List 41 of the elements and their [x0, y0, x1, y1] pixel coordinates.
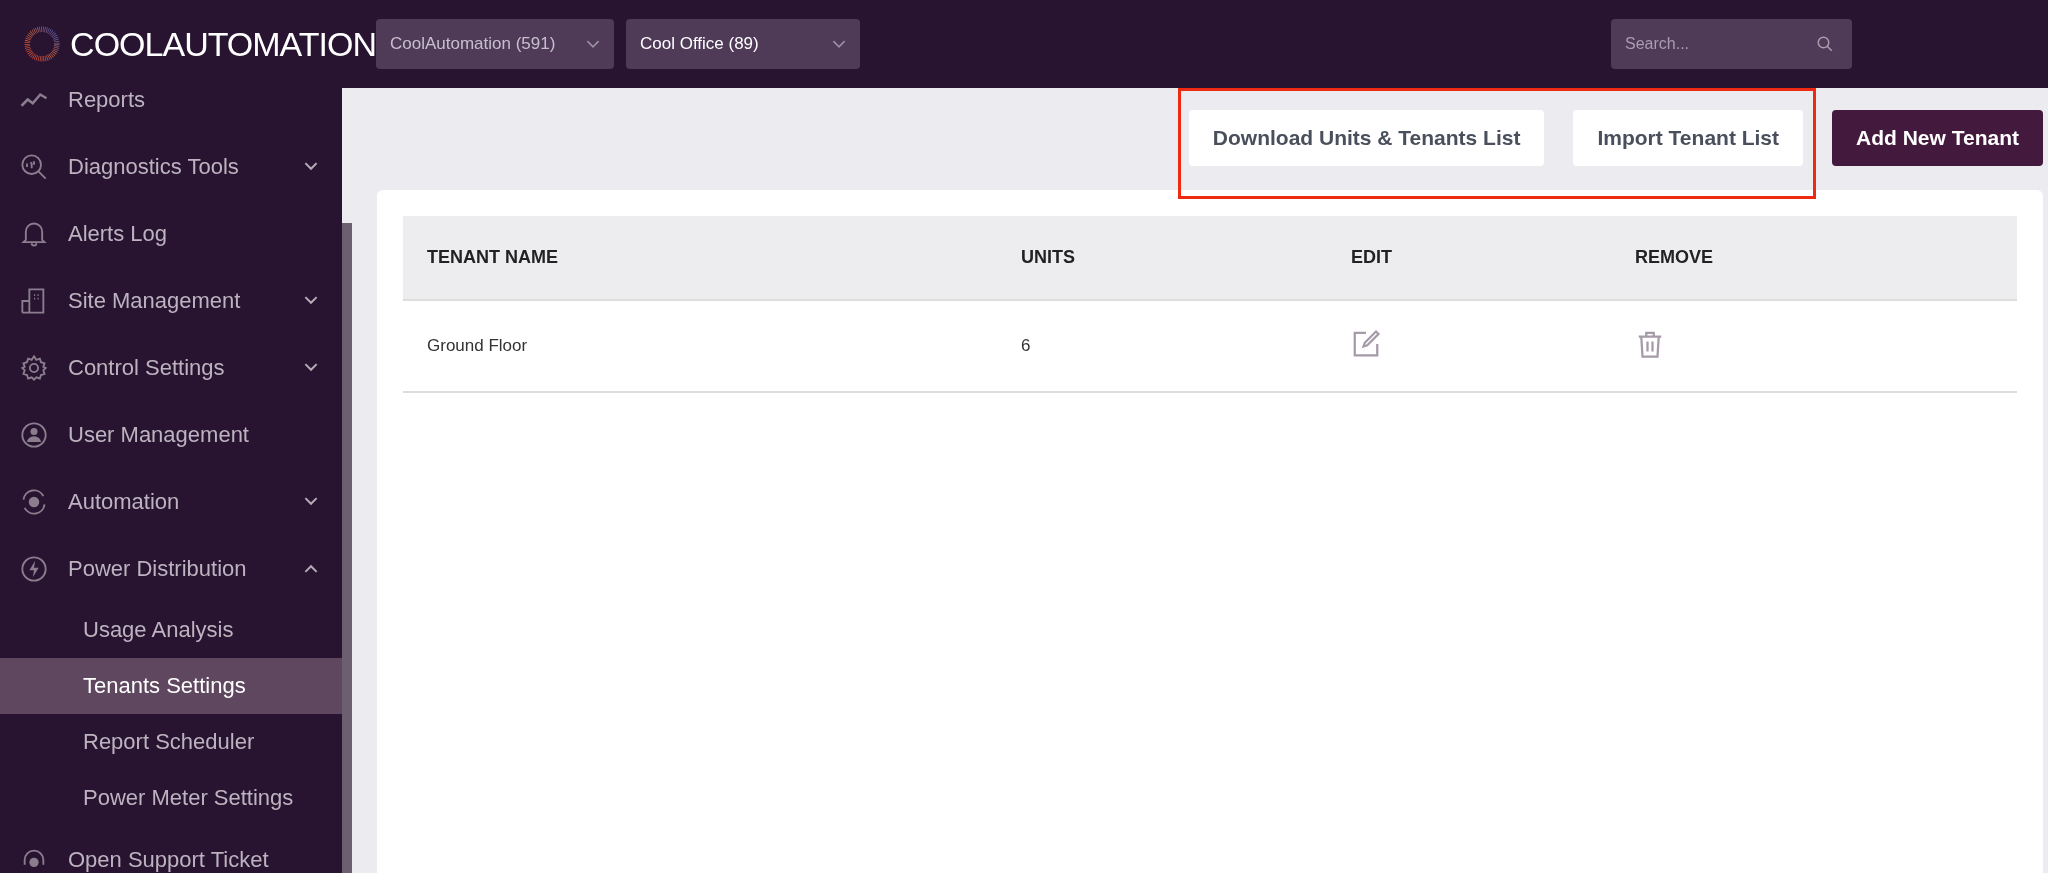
scrollbar-thumb[interactable] [342, 223, 352, 873]
magnifier-icon [20, 152, 48, 181]
sidebar-subitem[interactable]: Usage Analysis [0, 602, 342, 658]
chevron-icon [304, 497, 318, 506]
column-header: TENANT NAME [403, 216, 1020, 300]
logo-wordmark: COOLAUTOMATION [70, 24, 376, 64]
sidebar-item[interactable]: User Management [0, 401, 342, 468]
chevron-icon [304, 296, 318, 305]
chevron-icon [304, 564, 318, 573]
user-icon [20, 420, 48, 449]
table-cell: 6 [1020, 300, 1350, 392]
sidebar-item[interactable]: Control Settings [0, 334, 342, 401]
sidebar-item[interactable]: Diagnostics Tools [0, 133, 342, 200]
sidebar-item[interactable]: Power Distribution [0, 535, 342, 602]
sidebar-item[interactable]: Open Support Ticket [0, 826, 342, 873]
sidebar-subitem[interactable]: Power Meter Settings [0, 770, 342, 826]
sidebar-subitem[interactable]: Report Scheduler [0, 714, 342, 770]
lightning-icon [20, 554, 48, 583]
add-button[interactable]: Add New Tenant [1832, 110, 2043, 166]
chevron-icon [304, 363, 318, 372]
search-field[interactable]: Search... [1611, 19, 1852, 69]
table-cell: Ground Floor [403, 300, 1020, 392]
chevron-icon [586, 39, 600, 49]
column-header: UNITS [1020, 216, 1350, 300]
chevron-icon [832, 39, 846, 49]
column-header: REMOVE [1634, 216, 2017, 300]
sidebar-item[interactable]: Site Management [0, 267, 342, 334]
gear-icon [20, 353, 48, 382]
column-header: EDIT [1350, 216, 1634, 300]
edit-icon[interactable] [1351, 328, 1381, 359]
sidebar-item[interactable]: Automation [0, 468, 342, 535]
action-button[interactable]: Import Tenant List [1573, 110, 1804, 166]
site-dropdown[interactable]: Cool Office (89) [626, 19, 860, 69]
sidebar-item[interactable]: Reports [0, 88, 342, 133]
line-chart-icon [20, 92, 48, 107]
action-button[interactable]: Download Units & Tenants List [1188, 110, 1545, 166]
chevron-icon [304, 162, 318, 171]
customer-dropdown[interactable]: CoolAutomation (591) [376, 19, 614, 69]
sidebar-item[interactable]: Alerts Log [0, 200, 342, 267]
sidebar-subitem[interactable]: Tenants Settings [0, 658, 342, 714]
search-icon [1816, 35, 1834, 53]
